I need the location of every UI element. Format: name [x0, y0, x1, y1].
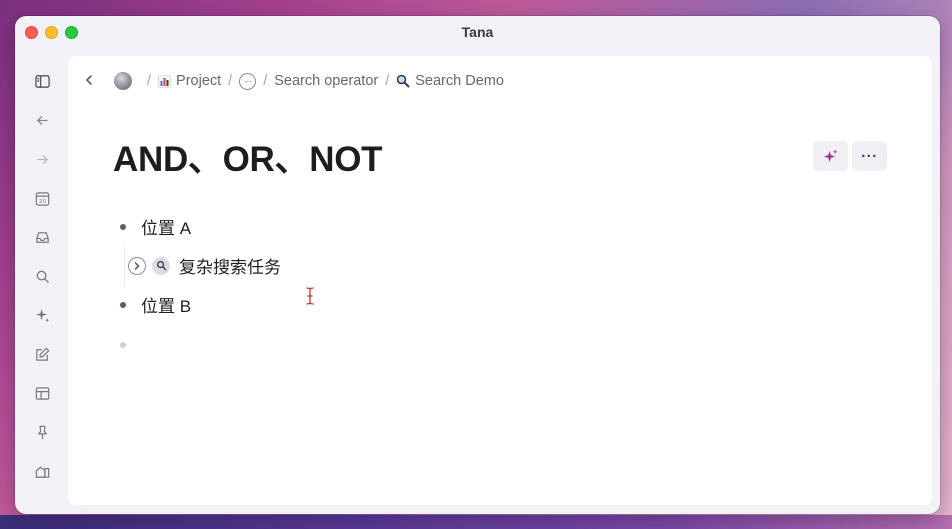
node-text[interactable]: 位置 B — [141, 292, 191, 317]
bar-chart-icon — [158, 74, 171, 88]
edit-note-icon[interactable] — [32, 344, 52, 364]
calendar-icon[interactable]: 20 — [32, 188, 52, 208]
breadcrumb-item-search-operator[interactable]: Search operator — [274, 73, 378, 89]
workspace-avatar[interactable] — [114, 72, 132, 90]
breadcrumb: / Project / ··· / Search operator / Sear… — [84, 71, 504, 91]
inbox-icon[interactable] — [32, 227, 52, 247]
breadcrumb-separator: / — [385, 73, 390, 89]
ai-sparkle-icon[interactable] — [32, 305, 52, 325]
toggle-sidebar-icon[interactable] — [32, 71, 52, 91]
node-text[interactable]: 位置 A — [141, 214, 191, 239]
workspace-home-icon[interactable] — [32, 461, 52, 481]
forward-arrow-icon[interactable] — [32, 149, 52, 169]
pin-icon[interactable] — [32, 422, 52, 442]
app-window: Tana 20 / Project / ··· / Search operato… — [15, 16, 940, 514]
magnifier-icon — [396, 74, 410, 88]
indent-guide — [124, 246, 125, 286]
search-node-icon — [152, 256, 170, 275]
search-node-item[interactable]: 复杂搜索任务 — [128, 253, 281, 278]
layout-template-icon[interactable] — [32, 383, 52, 403]
bullet-dot[interactable] — [120, 301, 126, 308]
list-item[interactable]: 位置 B — [120, 292, 191, 317]
breadcrumb-item-search-demo[interactable]: Search Demo — [396, 73, 504, 89]
list-item[interactable]: 位置 A — [120, 214, 191, 239]
page-title[interactable]: AND、OR、NOT — [113, 131, 383, 182]
breadcrumb-separator: / — [228, 73, 233, 89]
sidebar: 20 — [15, 56, 68, 514]
expand-chevron-button[interactable] — [128, 256, 146, 275]
main-panel: / Project / ··· / Search operator / Sear… — [68, 56, 932, 505]
title-bar: Tana — [15, 16, 940, 50]
text-cursor-icon — [305, 286, 315, 311]
ai-sparkle-icon — [823, 148, 838, 162]
breadcrumb-separator: / — [263, 73, 268, 89]
node-text[interactable]: 复杂搜索任务 — [179, 253, 281, 278]
search-icon[interactable] — [32, 266, 52, 286]
ai-assist-button[interactable] — [813, 141, 848, 171]
breadcrumb-separator: / — [147, 73, 152, 89]
more-options-button[interactable]: ··· — [852, 141, 887, 171]
breadcrumb-item-project[interactable]: Project — [158, 73, 221, 89]
bullet-dot[interactable] — [120, 342, 126, 348]
back-arrow-icon[interactable] — [32, 110, 52, 130]
breadcrumb-label: Search Demo — [415, 73, 504, 89]
breadcrumb-label: Project — [176, 73, 222, 89]
empty-list-item[interactable] — [120, 342, 141, 348]
chevron-left-icon[interactable] — [84, 73, 98, 89]
svg-text:20: 20 — [38, 199, 46, 205]
bullet-dot[interactable] — [120, 223, 126, 230]
desktop-dock-strip — [0, 515, 952, 529]
breadcrumb-ellipsis-button[interactable]: ··· — [239, 72, 257, 90]
window-title: Tana — [461, 24, 494, 40]
breadcrumb-label: Search operator — [274, 73, 379, 89]
